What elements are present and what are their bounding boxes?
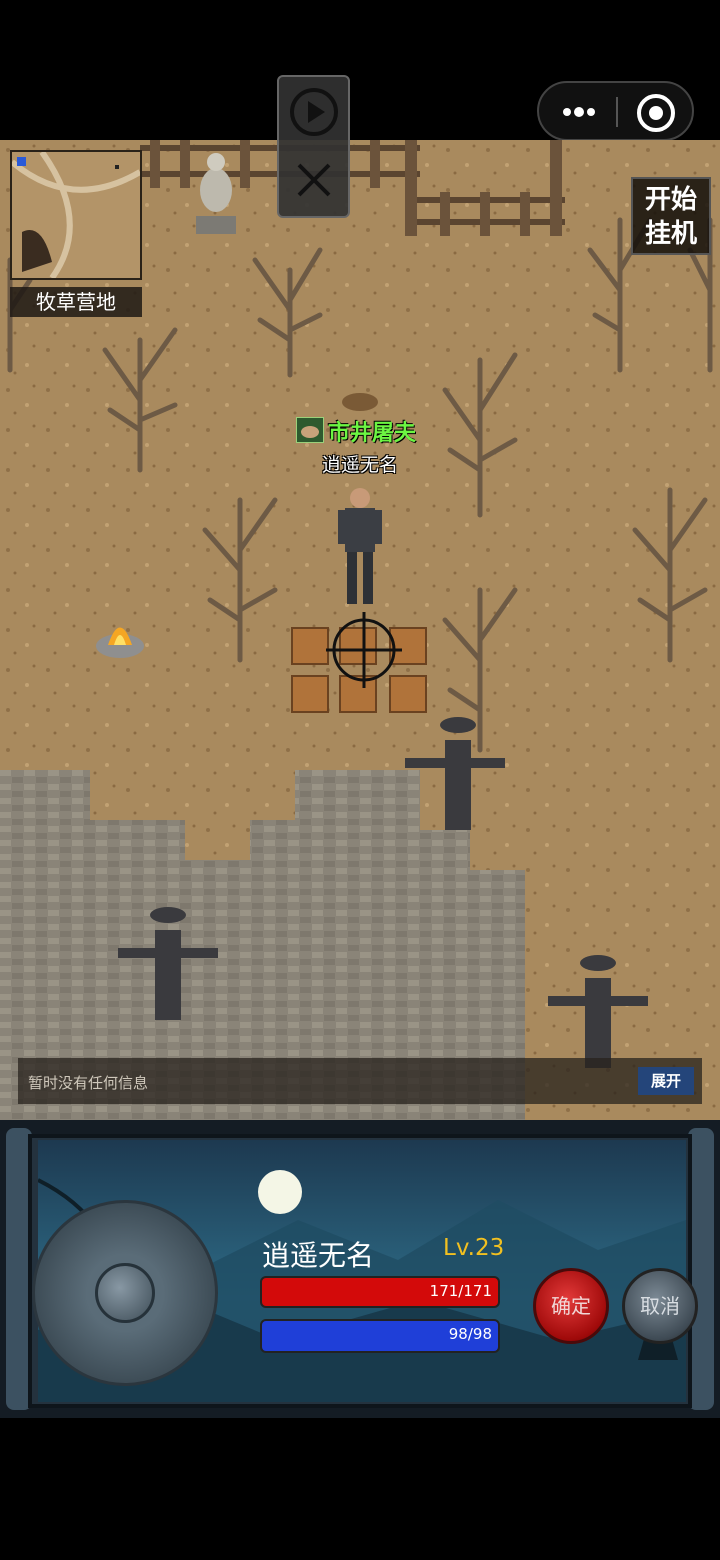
message-bar: 暂时没有任何信息 展开 xyxy=(18,1058,702,1104)
hp-value: 171/171 xyxy=(429,1282,492,1300)
play-icon[interactable] xyxy=(287,85,341,139)
hp-bar: 171/171 xyxy=(260,1276,500,1308)
minimap-view xyxy=(10,150,142,280)
player-name-label: 逍遥无名 xyxy=(321,454,398,476)
mp-value: 98/98 xyxy=(448,1325,492,1343)
capsule-divider xyxy=(616,97,618,127)
joystick-knob[interactable] xyxy=(95,1263,155,1323)
close-icon[interactable] xyxy=(295,161,333,199)
auto-play-line2: 挂机 xyxy=(644,219,697,249)
minimap[interactable] xyxy=(10,150,142,280)
npc-name-label[interactable]: 市井屠夫 xyxy=(296,415,436,446)
more-options-icon[interactable] xyxy=(559,93,599,131)
close-miniprogram-icon[interactable] xyxy=(634,91,678,135)
npc-name: 市井屠夫 xyxy=(328,421,417,446)
virtual-joystick[interactable] xyxy=(32,1200,218,1386)
top-bar xyxy=(0,0,720,141)
message-text: 暂时没有任何信息 xyxy=(28,1074,149,1092)
location-name: 牧草营地 xyxy=(10,287,142,317)
character-name: 逍遥无名 xyxy=(262,1239,375,1272)
cancel-button[interactable]: 取消 xyxy=(622,1268,698,1344)
expand-button[interactable]: 展开 xyxy=(638,1067,694,1095)
npc-avatar-icon xyxy=(296,417,324,443)
auto-play-line1: 开始 xyxy=(644,185,697,215)
confirm-button[interactable]: 确定 xyxy=(533,1268,609,1344)
video-overlay xyxy=(277,75,350,218)
character-level: Lv.23 xyxy=(443,1235,505,1261)
mini-program-capsule xyxy=(537,81,694,141)
mp-bar: 98/98 xyxy=(260,1319,500,1353)
auto-play-button[interactable]: 开始 挂机 xyxy=(631,177,711,255)
